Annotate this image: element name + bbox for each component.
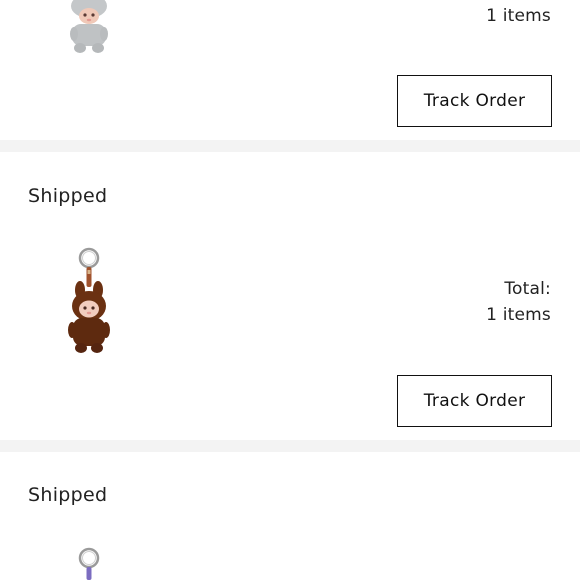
brown-plush-keychain-icon bbox=[68, 247, 110, 353]
purple-keychain-icon bbox=[78, 547, 100, 580]
product-thumbnail[interactable] bbox=[58, 546, 120, 580]
order-divider bbox=[0, 440, 580, 452]
track-order-button[interactable]: Track Order bbox=[397, 75, 552, 127]
grey-plush-doll-icon bbox=[70, 0, 108, 53]
product-thumbnail[interactable] bbox=[58, 0, 120, 58]
order-card: Shipped bbox=[0, 152, 580, 440]
order-card: 1 items Track Order bbox=[0, 0, 580, 140]
order-items-count: 1 items bbox=[486, 6, 551, 26]
order-card: Shipped bbox=[0, 452, 580, 580]
order-items-count: 1 items bbox=[486, 305, 551, 325]
order-total-label: Total: bbox=[504, 279, 551, 299]
track-order-button[interactable]: Track Order bbox=[397, 375, 552, 427]
order-status: Shipped bbox=[28, 484, 108, 506]
orders-list: 1 items Track Order Shipped Total: 1 ite… bbox=[0, 0, 580, 580]
product-thumbnail[interactable] bbox=[58, 246, 120, 358]
order-status: Shipped bbox=[28, 185, 108, 207]
order-divider bbox=[0, 140, 580, 152]
